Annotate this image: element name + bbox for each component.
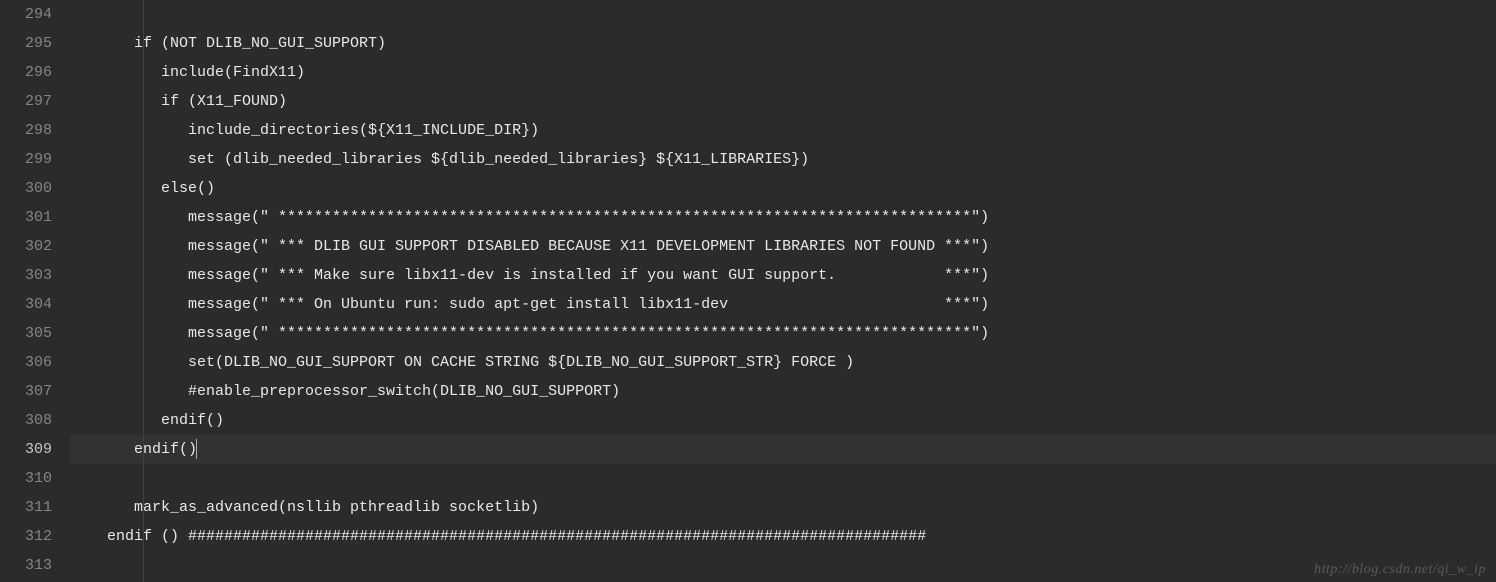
line-number: 300: [18, 174, 52, 203]
code-line[interactable]: [80, 0, 1496, 29]
code-editor[interactable]: 2942952962972982993003013023033043053063…: [0, 0, 1496, 582]
code-line[interactable]: message(" *** Make sure libx11-dev is in…: [80, 261, 1496, 290]
line-number: 296: [18, 58, 52, 87]
code-line[interactable]: set (dlib_needed_libraries ${dlib_needed…: [80, 145, 1496, 174]
line-number: 311: [18, 493, 52, 522]
line-number: 310: [18, 464, 52, 493]
code-line[interactable]: #enable_preprocessor_switch(DLIB_NO_GUI_…: [80, 377, 1496, 406]
line-number: 304: [18, 290, 52, 319]
line-number: 299: [18, 145, 52, 174]
text-cursor: [196, 439, 197, 459]
code-line[interactable]: message(" ******************************…: [80, 319, 1496, 348]
code-line[interactable]: message(" *** DLIB GUI SUPPORT DISABLED …: [80, 232, 1496, 261]
line-number: 295: [18, 29, 52, 58]
line-number: 309: [18, 435, 52, 464]
line-number: 294: [18, 0, 52, 29]
code-line[interactable]: mark_as_advanced(nsllib pthreadlib socke…: [80, 493, 1496, 522]
line-number: 313: [18, 551, 52, 580]
code-line[interactable]: [80, 464, 1496, 493]
line-number: 308: [18, 406, 52, 435]
code-line[interactable]: if (X11_FOUND): [80, 87, 1496, 116]
line-number: 307: [18, 377, 52, 406]
line-number: 306: [18, 348, 52, 377]
code-line[interactable]: endif () ###############################…: [80, 522, 1496, 551]
line-number-gutter: 2942952962972982993003013023033043053063…: [0, 0, 70, 582]
code-line[interactable]: else(): [80, 174, 1496, 203]
code-content-area[interactable]: if (NOT DLIB_NO_GUI_SUPPORT) include(Fin…: [70, 0, 1496, 582]
line-number: 298: [18, 116, 52, 145]
line-number: 302: [18, 232, 52, 261]
code-line[interactable]: include_directories(${X11_INCLUDE_DIR}): [80, 116, 1496, 145]
code-line[interactable]: if (NOT DLIB_NO_GUI_SUPPORT): [80, 29, 1496, 58]
line-number: 312: [18, 522, 52, 551]
code-line[interactable]: message(" ******************************…: [80, 203, 1496, 232]
code-line[interactable]: endif(): [80, 406, 1496, 435]
line-number: 297: [18, 87, 52, 116]
code-line[interactable]: [80, 551, 1496, 580]
code-line[interactable]: include(FindX11): [80, 58, 1496, 87]
code-line[interactable]: message(" *** On Ubuntu run: sudo apt-ge…: [80, 290, 1496, 319]
watermark-text: http://blog.csdn.net/qi_w_ip: [1314, 562, 1486, 578]
code-line[interactable]: endif(): [80, 435, 1496, 464]
line-number: 303: [18, 261, 52, 290]
code-line[interactable]: set(DLIB_NO_GUI_SUPPORT ON CACHE STRING …: [80, 348, 1496, 377]
line-number: 301: [18, 203, 52, 232]
line-number: 305: [18, 319, 52, 348]
